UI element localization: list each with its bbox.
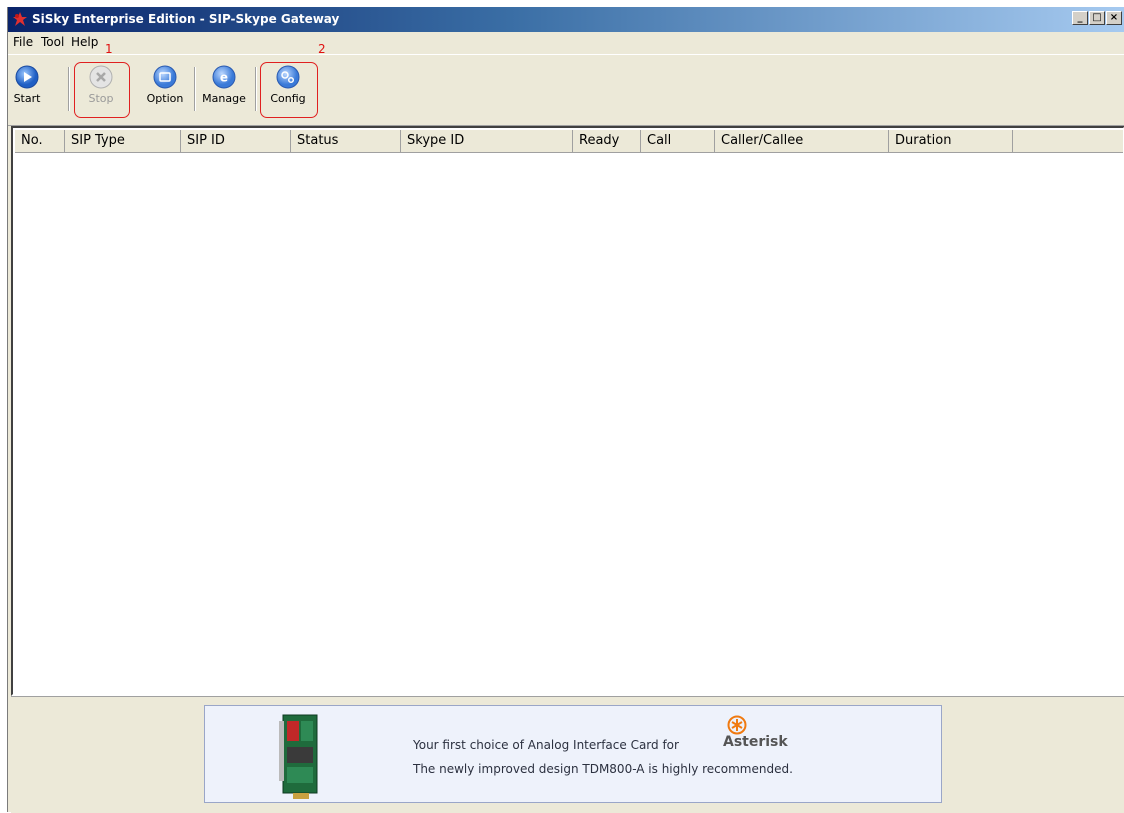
interface-card-image [279, 714, 318, 799]
ad-banner[interactable]: Your first choice of Analog Interface Ca… [204, 705, 942, 803]
column-header-caller-callee[interactable]: Caller/Callee [715, 130, 889, 152]
menu-tool[interactable]: Tool [41, 35, 64, 49]
option-icon [153, 65, 177, 89]
manage-button[interactable]: e Manage [199, 63, 249, 117]
column-header-no[interactable]: No. [15, 130, 65, 152]
svg-text:e: e [220, 71, 228, 85]
menu-bar: File Tool Help 1 2 [8, 32, 1124, 56]
start-button[interactable]: Start [10, 63, 44, 117]
toolbar-separator [68, 67, 70, 111]
play-icon [15, 65, 39, 89]
column-header-ready[interactable]: Ready [573, 130, 641, 152]
column-header-sip-type[interactable]: SIP Type [65, 130, 181, 152]
menu-help[interactable]: Help [71, 35, 98, 49]
app-logo-icon [13, 12, 27, 26]
column-header-call[interactable]: Call [641, 130, 715, 152]
minimize-button[interactable]: _ [1072, 11, 1088, 25]
toolbar-separator [255, 67, 257, 111]
toolbar: Start Stop Option e Manage Config [8, 54, 1124, 126]
banner-brand: Asterisk [723, 734, 788, 750]
column-header-skype-id[interactable]: Skype ID [401, 130, 573, 152]
option-button[interactable]: Option [143, 63, 187, 117]
highlight-box-stop [74, 62, 130, 118]
close-button[interactable]: × [1106, 11, 1122, 25]
toolbar-separator [194, 67, 196, 111]
main-window: SiSky Enterprise Edition - SIP-Skype Gat… [7, 7, 1124, 813]
window-title: SiSky Enterprise Edition - SIP-Skype Gat… [32, 12, 340, 26]
session-list[interactable]: No. SIP Type SIP ID Status Skype ID Read… [11, 126, 1124, 696]
title-bar[interactable]: SiSky Enterprise Edition - SIP-Skype Gat… [8, 7, 1124, 32]
column-header-duration[interactable]: Duration [889, 130, 1013, 152]
list-header: No. SIP Type SIP ID Status Skype ID Read… [15, 130, 1123, 153]
asterisk-logo-icon [727, 715, 747, 735]
manage-icon: e [212, 65, 236, 89]
column-header-status[interactable]: Status [291, 130, 401, 152]
ad-panel: Your first choice of Analog Interface Ca… [11, 696, 1124, 813]
column-header-sip-id[interactable]: SIP ID [181, 130, 291, 152]
maximize-button[interactable]: □ [1089, 11, 1105, 25]
highlight-box-config [260, 62, 318, 118]
banner-text-line2: The newly improved design TDM800-A is hi… [413, 762, 793, 776]
banner-text-line1: Your first choice of Analog Interface Ca… [413, 738, 679, 752]
menu-file[interactable]: File [13, 35, 33, 49]
